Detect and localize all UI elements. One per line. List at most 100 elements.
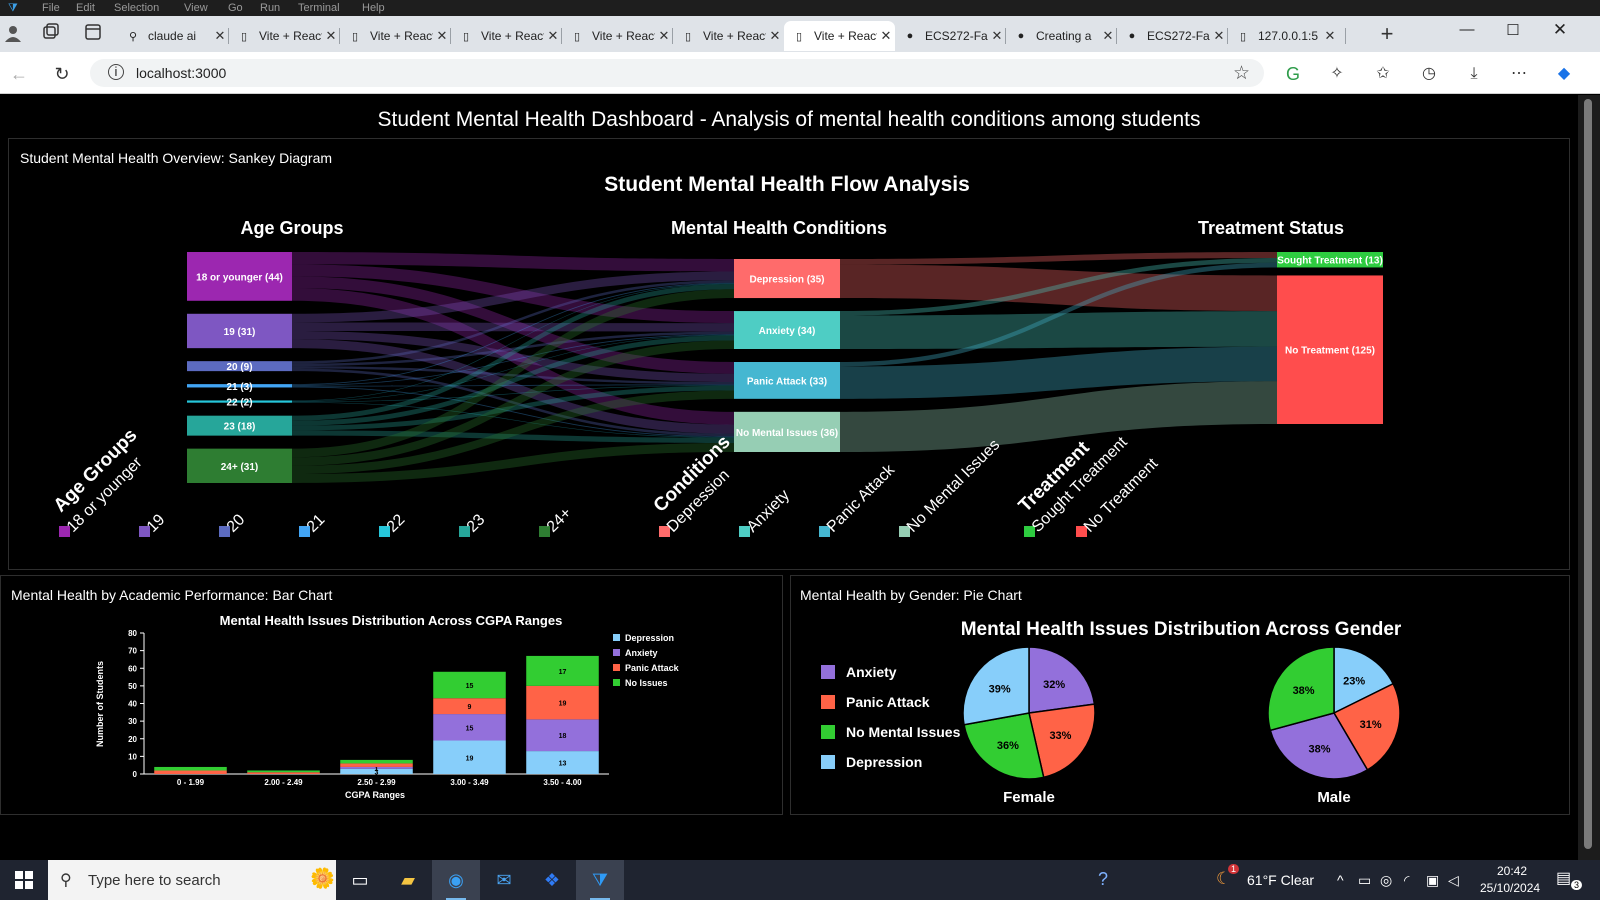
bar-segment[interactable]	[247, 770, 320, 773]
close-tab-icon[interactable]: ✕	[1099, 28, 1117, 44]
y-tick-label: 40	[128, 700, 137, 709]
sankey-node-label: Panic Attack (33)	[747, 376, 827, 387]
pie-legend-label: No Mental Issues	[846, 724, 961, 740]
browser-tab-label: ECS272-Fall	[1147, 29, 1210, 43]
sankey-column-header: Treatment Status	[1198, 218, 1344, 238]
help-icon[interactable]: ?	[1098, 869, 1108, 890]
browser-tab-label: Vite + React	[481, 29, 544, 43]
bar-segment[interactable]	[340, 759, 413, 764]
close-tab-icon[interactable]: ✕	[766, 28, 784, 44]
copilot-icon[interactable]: ◆	[1553, 63, 1575, 85]
mail-icon[interactable]: ✉	[480, 860, 528, 900]
page-icon: ▯	[795, 30, 803, 43]
close-tab-icon[interactable]: ✕	[988, 28, 1006, 44]
browser-tab[interactable]: ▯ Vite + React ✕	[562, 21, 673, 51]
edge-icon[interactable]: ◉	[432, 860, 480, 900]
close-tab-icon[interactable]: ✕	[1210, 28, 1228, 44]
sankey-node-label: Anxiety (34)	[759, 326, 816, 337]
vscode-taskbar-icon[interactable]: ⧩	[576, 860, 624, 900]
menu-edit[interactable]: Edit	[76, 2, 95, 14]
close-tab-icon[interactable]: ✕	[544, 28, 562, 44]
url-field[interactable]: i localhost:3000 ☆	[90, 59, 1264, 87]
x-axis-label: CGPA Ranges	[345, 790, 405, 800]
browser-tab[interactable]: ▯ 127.0.0.1:5 ✕	[1228, 21, 1339, 51]
browser-tab[interactable]: ▯ Vite + React ✕	[229, 21, 340, 51]
close-tab-icon[interactable]: ✕	[877, 28, 895, 44]
dropbox-icon[interactable]: ❖	[528, 860, 576, 900]
history-icon[interactable]: ◷	[1418, 63, 1440, 85]
bar-segment[interactable]	[154, 766, 227, 771]
sankey-chart-title: Student Mental Health Flow Analysis	[604, 173, 970, 196]
display-icon[interactable]: ▣	[1426, 872, 1439, 889]
menu-view[interactable]: View	[184, 2, 208, 14]
sankey-node-label: Depression (35)	[749, 275, 824, 286]
battery-icon[interactable]: ▭	[1358, 872, 1371, 889]
meet-icon[interactable]: ◎	[1380, 872, 1392, 889]
tab-actions-icon[interactable]	[82, 23, 104, 45]
wifi-icon[interactable]: ◜	[1404, 872, 1409, 889]
menu-terminal[interactable]: Terminal	[298, 2, 340, 14]
bar-segment[interactable]	[247, 772, 320, 774]
clock-time[interactable]: 20:42	[1497, 864, 1527, 878]
menu-help[interactable]: Help	[362, 2, 385, 14]
taskbar-search[interactable]: ⚲ Type here to search 🌼	[48, 860, 336, 900]
new-tab-button[interactable]: +	[1376, 23, 1398, 45]
start-button[interactable]	[0, 860, 48, 900]
bar-segment[interactable]	[154, 770, 227, 774]
refresh-icon[interactable]: ↻	[51, 63, 73, 85]
downloads-icon[interactable]: ⤓	[1463, 63, 1485, 85]
sankey-node-label: 18 or younger (44)	[196, 272, 283, 283]
menu-selection[interactable]: Selection	[114, 2, 159, 14]
x-tick-label: 3.00 - 3.49	[450, 778, 489, 787]
browser-tab-label: Vite + React	[370, 29, 433, 43]
file-explorer-icon[interactable]: ▰	[384, 860, 432, 900]
favorite-star-icon[interactable]: ☆	[1233, 62, 1250, 85]
extensions-icon[interactable]: ✧	[1326, 63, 1348, 85]
browser-tab[interactable]: ▯ Vite + React ✕	[451, 21, 562, 51]
search-icon: ⚲	[128, 30, 138, 43]
back-icon[interactable]: ←	[8, 63, 30, 85]
menu-go[interactable]: Go	[228, 2, 243, 14]
bar-legend-label: Depression	[625, 633, 674, 643]
browser-tab[interactable]: ▯ Vite + React ✕	[673, 21, 784, 51]
pie-slice-label: 33%	[1049, 730, 1071, 742]
browser-tab[interactable]: ● Creating a ✕	[1006, 21, 1117, 51]
close-tab-icon[interactable]: ✕	[322, 28, 340, 44]
close-tab-icon[interactable]: ✕	[433, 28, 451, 44]
browser-tab[interactable]: ▯ Vite + React ✕	[784, 21, 895, 51]
close-window-icon[interactable]: ✕	[1540, 20, 1580, 40]
tray-chevron-icon[interactable]: ^	[1337, 872, 1344, 888]
pie-chart: Mental Health Issues Distribution Across…	[821, 619, 1402, 806]
maximize-icon[interactable]: ☐	[1493, 21, 1533, 39]
volume-icon[interactable]: ◁	[1448, 872, 1459, 889]
notifications-icon[interactable]: ▤	[1556, 868, 1571, 888]
sankey-node-label: No Treatment (125)	[1285, 346, 1375, 357]
grammarly-icon[interactable]: G	[1282, 63, 1304, 85]
clock-date[interactable]: 25/10/2024	[1480, 881, 1540, 895]
bar-segment[interactable]	[340, 763, 413, 767]
close-tab-icon[interactable]: ✕	[655, 28, 673, 44]
weather-badge: 1	[1228, 864, 1240, 874]
favorites-icon[interactable]: ✩	[1372, 63, 1394, 85]
browser-tab[interactable]: ● ECS272-Fall ✕	[1117, 21, 1228, 51]
search-highlight-icon: 🌼	[310, 868, 335, 890]
browser-tab-label: Vite + React	[259, 29, 322, 43]
close-tab-icon[interactable]: ✕	[211, 28, 229, 44]
site-info-icon[interactable]: i	[108, 64, 124, 80]
browser-tab[interactable]: ⚲ claude ai ✕	[118, 21, 229, 51]
task-view-icon[interactable]: ▭	[336, 860, 384, 900]
menu-file[interactable]: File	[42, 2, 60, 14]
weather-text[interactable]: 61°F Clear	[1247, 872, 1314, 888]
menu-run[interactable]: Run	[260, 2, 280, 14]
browser-tab[interactable]: ▯ Vite + React ✕	[340, 21, 451, 51]
bar-legend-swatch	[613, 634, 620, 641]
close-tab-icon[interactable]: ✕	[1321, 28, 1339, 44]
profile-icon[interactable]	[2, 23, 24, 45]
page-icon: ▯	[1239, 30, 1247, 43]
browser-tab[interactable]: ● ECS272-Fall ✕	[895, 21, 1006, 51]
more-menu-icon[interactable]: ⋯	[1508, 63, 1530, 85]
workspaces-icon[interactable]	[40, 23, 62, 45]
minimize-icon[interactable]: —	[1447, 21, 1487, 38]
page-scrollbar[interactable]	[1578, 95, 1600, 860]
github-icon: ●	[1128, 30, 1136, 42]
